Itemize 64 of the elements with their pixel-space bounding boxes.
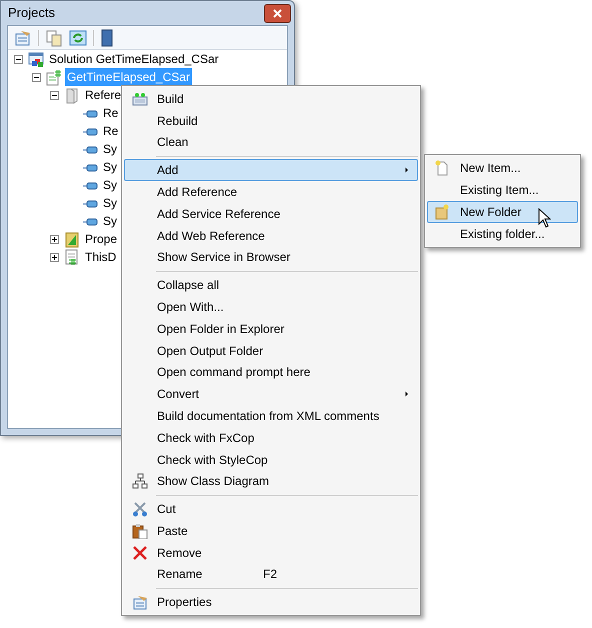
- menu-item[interactable]: Cut: [124, 498, 418, 520]
- menu-item[interactable]: New Folder: [427, 201, 578, 223]
- menu-item[interactable]: Paste: [124, 520, 418, 542]
- folder-icon: [64, 86, 80, 104]
- menu-item[interactable]: Check with FxCop: [124, 426, 418, 449]
- tree-item[interactable]: Prope: [83, 230, 120, 248]
- collapse-icon[interactable]: [32, 72, 40, 82]
- tree-item[interactable]: Refere: [83, 86, 124, 104]
- properties-icon: [64, 230, 80, 248]
- build-icon: [132, 90, 148, 107]
- paste-icon: [132, 522, 148, 539]
- file-icon: [64, 248, 80, 266]
- menu-item[interactable]: Open command prompt here: [124, 361, 418, 384]
- tree-item[interactable]: Sy: [101, 140, 120, 158]
- solution-icon: [28, 50, 44, 68]
- menu-item[interactable]: Show Class Diagram: [124, 470, 418, 492]
- menu-item[interactable]: Open Output Folder: [124, 340, 418, 362]
- menu-item[interactable]: New Item...: [427, 157, 578, 179]
- remove-icon: [132, 544, 148, 561]
- menu-item[interactable]: Show Service in Browser: [124, 246, 418, 268]
- copy-icon[interactable]: [45, 28, 63, 46]
- tree-item[interactable]: Re: [101, 122, 120, 140]
- close-icon: [273, 8, 282, 18]
- menu-item[interactable]: Convert: [124, 383, 418, 406]
- expand-icon[interactable]: [50, 234, 58, 244]
- menu-item[interactable]: Rebuild: [124, 110, 418, 132]
- class-diagram-icon: [132, 473, 148, 490]
- tree-item[interactable]: Solution GetTimeElapsed_CSar: [47, 50, 221, 68]
- menu-item[interactable]: Add Service Reference: [124, 202, 418, 225]
- book-icon[interactable]: [100, 28, 114, 46]
- tree-item[interactable]: Sy: [101, 212, 120, 230]
- menu-item[interactable]: Rename F2: [124, 564, 418, 586]
- menu-item[interactable]: Add: [124, 159, 418, 182]
- collapse-icon[interactable]: [50, 90, 58, 100]
- menu-item[interactable]: Check with StyleCop: [124, 448, 418, 470]
- collapse-icon[interactable]: [14, 54, 22, 64]
- tree-item[interactable]: Sy: [101, 158, 120, 176]
- menu-item[interactable]: Remove: [124, 542, 418, 564]
- menu-item[interactable]: Build documentation from XML comments: [124, 405, 418, 427]
- menu-item[interactable]: Open With...: [124, 296, 418, 318]
- project-icon: [46, 68, 62, 86]
- tree-item[interactable]: Sy: [101, 176, 120, 194]
- tree-item[interactable]: Sy: [101, 194, 120, 212]
- tree-item[interactable]: ThisD: [83, 248, 118, 266]
- menu-item[interactable]: Open Folder in Explorer: [124, 318, 418, 340]
- cursor-icon: [538, 208, 551, 228]
- window-title: Projects: [8, 4, 55, 22]
- expand-icon[interactable]: [50, 252, 58, 262]
- scissors-icon: [132, 501, 148, 518]
- menu-item[interactable]: Collapse all: [124, 274, 418, 296]
- properties-icon: [132, 594, 148, 610]
- properties-icon[interactable]: [14, 28, 32, 46]
- menu-item[interactable]: Add Reference: [124, 181, 418, 203]
- menu-item[interactable]: Add Web Reference: [124, 224, 418, 247]
- new-file-icon: [434, 160, 450, 176]
- tree-item[interactable]: Re: [101, 104, 120, 122]
- new-folder-icon: [434, 204, 450, 220]
- menu-item[interactable]: Existing folder...: [427, 223, 578, 245]
- menu-item[interactable]: Clean: [124, 132, 418, 154]
- menu-item[interactable]: Existing Item...: [427, 179, 578, 201]
- menu-item[interactable]: Properties: [124, 591, 418, 614]
- refresh-icon[interactable]: [69, 28, 87, 46]
- close-button[interactable]: [264, 4, 291, 22]
- menu-item[interactable]: Build: [124, 88, 418, 110]
